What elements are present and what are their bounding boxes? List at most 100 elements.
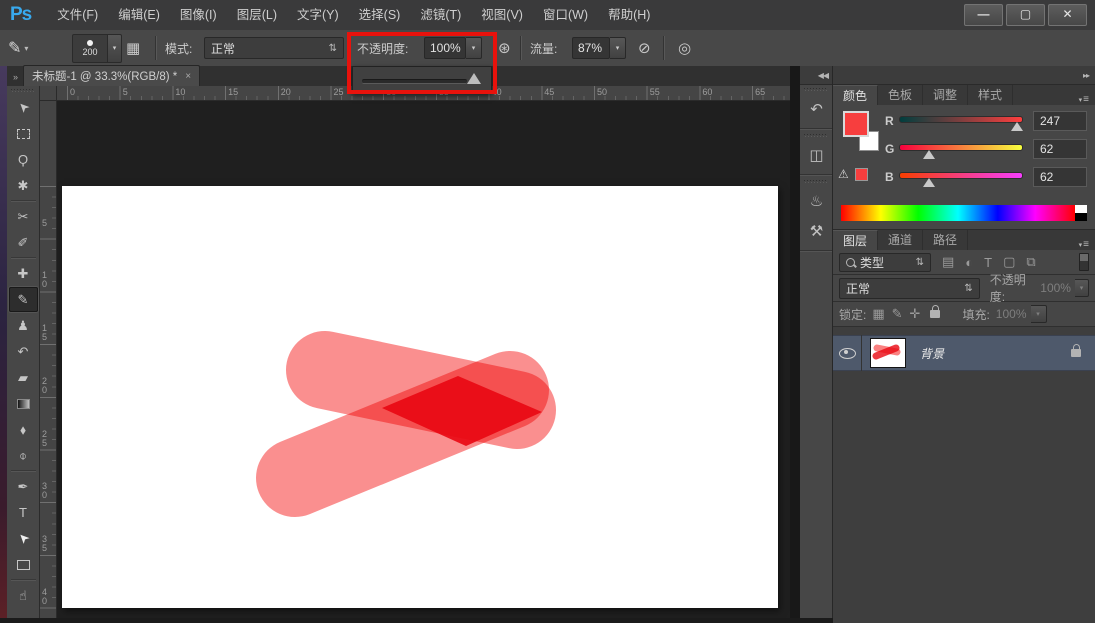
close-tab-icon[interactable]: × xyxy=(185,71,191,82)
flow-control[interactable]: 87% ▾ xyxy=(572,30,626,66)
clone-source-panel-icon[interactable]: ⚒ xyxy=(800,216,833,246)
path-select-tool[interactable]: ➤ xyxy=(9,526,38,551)
healing-brush-tool[interactable]: ✚ xyxy=(9,261,38,286)
tab-swatches[interactable]: 色板 xyxy=(878,85,923,105)
red-slider[interactable] xyxy=(899,116,1023,123)
blur-tool[interactable]: ⬧ xyxy=(9,417,38,442)
brush-preset-dropdown-button[interactable]: ▾ xyxy=(108,34,122,63)
document-tab[interactable]: 未标题-1 @ 33.3%(RGB/8) * × xyxy=(23,65,200,86)
filter-smartobject-icon[interactable]: ⧉ xyxy=(1026,254,1035,270)
layer-filter-select[interactable]: 类型 ⇅ xyxy=(839,253,931,272)
filter-shape-icon[interactable]: ▢ xyxy=(1003,254,1015,270)
panel-menu-icon[interactable]: ▾ ≡ xyxy=(1079,239,1095,250)
type-tool[interactable]: T xyxy=(9,500,38,525)
filter-image-icon[interactable]: ▤ xyxy=(942,254,954,270)
visibility-cell[interactable] xyxy=(833,335,862,371)
hand-tool[interactable]: ☝ xyxy=(9,583,38,608)
toggle-brush-panel-button[interactable]: ▦ xyxy=(126,30,140,66)
spectrum-extremes[interactable] xyxy=(1075,205,1087,221)
tab-color[interactable]: 颜色 xyxy=(833,85,878,105)
airbrush-toggle-button[interactable]: ⊘ xyxy=(638,30,651,66)
layer-opacity-value[interactable]: 100% xyxy=(1040,281,1071,295)
pressure-size-button[interactable]: ◎ xyxy=(678,30,691,66)
menu-item-2[interactable]: 图像(I) xyxy=(170,0,227,30)
move-tool[interactable]: ➤ xyxy=(9,95,38,120)
menu-item-7[interactable]: 视图(V) xyxy=(471,0,533,30)
opacity-dropdown-button[interactable]: ▾ xyxy=(466,37,482,59)
tab-styles[interactable]: 样式 xyxy=(968,85,1013,105)
lock-position-icon[interactable]: ✛ xyxy=(910,306,921,322)
flow-dropdown-button[interactable]: ▾ xyxy=(610,37,626,59)
eye-icon[interactable] xyxy=(839,348,856,359)
green-value-field[interactable]: 62 xyxy=(1033,139,1087,159)
blue-slider[interactable] xyxy=(899,172,1023,179)
opacity-slider-track[interactable] xyxy=(362,79,467,84)
green-slider[interactable] xyxy=(899,144,1023,151)
lasso-tool[interactable]: Ϙ xyxy=(9,147,38,172)
blend-mode-select[interactable]: 正常 ⇅ xyxy=(204,30,344,66)
shape-tool[interactable] xyxy=(9,552,38,577)
minimize-button[interactable]: — xyxy=(964,4,1003,26)
canvas-viewport[interactable] xyxy=(57,101,790,618)
layer-blend-mode-select[interactable]: 正常 ⇅ xyxy=(839,278,980,299)
tab-adjustments[interactable]: 调整 xyxy=(923,85,968,105)
marquee-tool[interactable] xyxy=(9,121,38,146)
opacity-slider-thumb[interactable] xyxy=(467,73,481,84)
history-brush-tool[interactable]: ↶ xyxy=(9,339,38,364)
gamut-color-swatch[interactable] xyxy=(855,168,868,181)
brush-preset-picker[interactable]: 200 ▾ xyxy=(72,30,122,66)
pen-tool[interactable]: ✒ xyxy=(9,474,38,499)
menu-item-9[interactable]: 帮助(H) xyxy=(598,0,660,30)
expand-panels-button[interactable]: ▸▸ xyxy=(833,66,1095,85)
tab-overflow-icon[interactable]: » xyxy=(7,72,23,86)
layer-row-background[interactable]: 背景 xyxy=(833,335,1095,371)
filter-toggle-switch[interactable] xyxy=(1079,253,1089,271)
canvas[interactable] xyxy=(62,186,778,608)
lock-pixels-icon[interactable]: ✎ xyxy=(892,306,903,322)
filter-type-icon[interactable]: T xyxy=(984,255,992,270)
gradient-tool[interactable] xyxy=(9,391,38,416)
lock-transparency-icon[interactable]: ▦ xyxy=(872,306,884,322)
fill-value[interactable]: 100% xyxy=(996,307,1027,321)
menu-item-0[interactable]: 文件(F) xyxy=(47,0,108,30)
close-button[interactable]: ✕ xyxy=(1048,4,1087,26)
opacity-value[interactable]: 100% xyxy=(424,37,466,59)
brush-presets-panel-icon[interactable]: ♨ xyxy=(800,186,833,216)
tab-paths[interactable]: 路径 xyxy=(923,230,968,250)
airbrush-opacity-pressure-button[interactable]: ⊛ xyxy=(498,30,511,66)
maximize-button[interactable]: ▢ xyxy=(1006,4,1045,26)
dodge-tool[interactable]: ⌽ xyxy=(9,443,38,468)
lock-all-icon[interactable] xyxy=(930,310,940,318)
red-slider-thumb[interactable] xyxy=(1011,122,1023,131)
red-value-field[interactable]: 247 xyxy=(1033,111,1087,131)
magic-wand-tool[interactable]: ✱ xyxy=(9,173,38,198)
menu-item-3[interactable]: 图层(L) xyxy=(227,0,287,30)
panel-menu-icon[interactable]: ▾ ≡ xyxy=(1079,94,1095,105)
tab-channels[interactable]: 通道 xyxy=(878,230,923,250)
blue-value-field[interactable]: 62 xyxy=(1033,167,1087,187)
clone-stamp-tool[interactable]: ♟ xyxy=(9,313,38,338)
brush-preset-display[interactable]: 200 xyxy=(72,34,108,63)
tab-layers[interactable]: 图层 xyxy=(833,230,878,250)
crop-tool[interactable]: ✂ xyxy=(9,204,38,229)
properties-panel-icon[interactable]: ◫ xyxy=(800,140,833,170)
green-slider-thumb[interactable] xyxy=(923,150,935,159)
opacity-slider-popup[interactable] xyxy=(352,66,492,94)
collapse-panels-button[interactable]: ◀◀ xyxy=(800,66,832,85)
menu-item-5[interactable]: 选择(S) xyxy=(349,0,411,30)
color-spectrum-bar[interactable] xyxy=(841,205,1075,221)
fill-dropdown[interactable]: ▾ xyxy=(1031,305,1047,323)
brush-tool-chip[interactable]: ✎ ▾ xyxy=(8,30,28,66)
gamut-warning-icon[interactable]: ⚠ xyxy=(838,167,849,181)
white-swatch[interactable] xyxy=(1075,205,1087,213)
opacity-control[interactable]: 100% ▾ xyxy=(424,30,482,66)
eraser-tool[interactable]: ▰ xyxy=(9,365,38,390)
menu-item-4[interactable]: 文字(Y) xyxy=(287,0,349,30)
brush-tool[interactable]: ✎ xyxy=(9,287,38,312)
layer-opacity-dropdown[interactable]: ▾ xyxy=(1075,279,1089,297)
blue-slider-thumb[interactable] xyxy=(923,178,935,187)
layer-thumbnail[interactable] xyxy=(870,338,906,368)
filter-adjustment-icon[interactable]: ◐ xyxy=(965,255,973,270)
foreground-color-swatch[interactable] xyxy=(843,111,869,137)
flow-value[interactable]: 87% xyxy=(572,37,610,59)
